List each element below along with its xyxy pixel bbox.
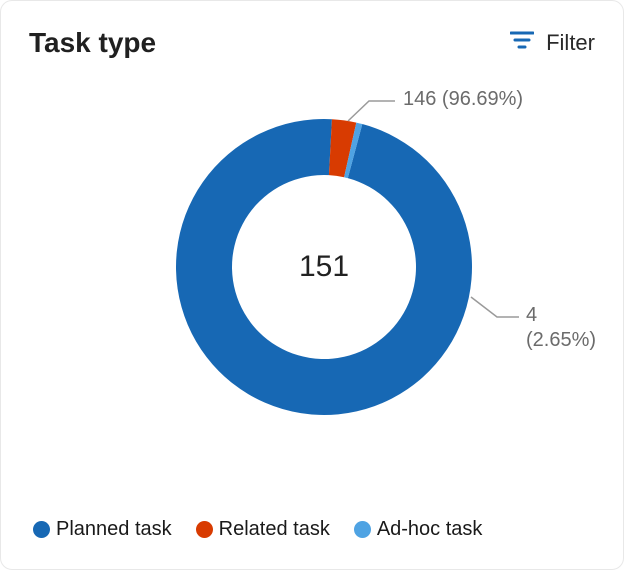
legend-swatch (354, 521, 371, 538)
legend: Planned task Related task Ad-hoc task (29, 518, 595, 549)
filter-label: Filter (546, 30, 595, 56)
legend-label: Planned task (56, 518, 172, 541)
task-type-card: Task type Filter 151 146 (96.6 (0, 0, 624, 570)
callout-related: 4 (2.65%) (526, 303, 596, 353)
filter-icon (510, 30, 534, 56)
legend-item-related[interactable]: Related task (196, 518, 330, 541)
legend-label: Related task (219, 518, 330, 541)
legend-swatch (196, 521, 213, 538)
filter-button[interactable]: Filter (510, 30, 595, 56)
legend-swatch (33, 521, 50, 538)
donut-chart: 151 146 (96.69%) 4 (2.65%) (29, 59, 595, 518)
callout-planned: 146 (96.69%) (403, 87, 523, 112)
card-header: Task type Filter (29, 27, 595, 59)
card-title: Task type (29, 27, 156, 59)
donut-svg (174, 117, 474, 417)
legend-item-planned[interactable]: Planned task (33, 518, 172, 541)
donut-wrap: 151 (174, 117, 474, 417)
donut-slice[interactable] (176, 119, 472, 415)
legend-item-adhoc[interactable]: Ad-hoc task (354, 518, 483, 541)
legend-label: Ad-hoc task (377, 518, 483, 541)
